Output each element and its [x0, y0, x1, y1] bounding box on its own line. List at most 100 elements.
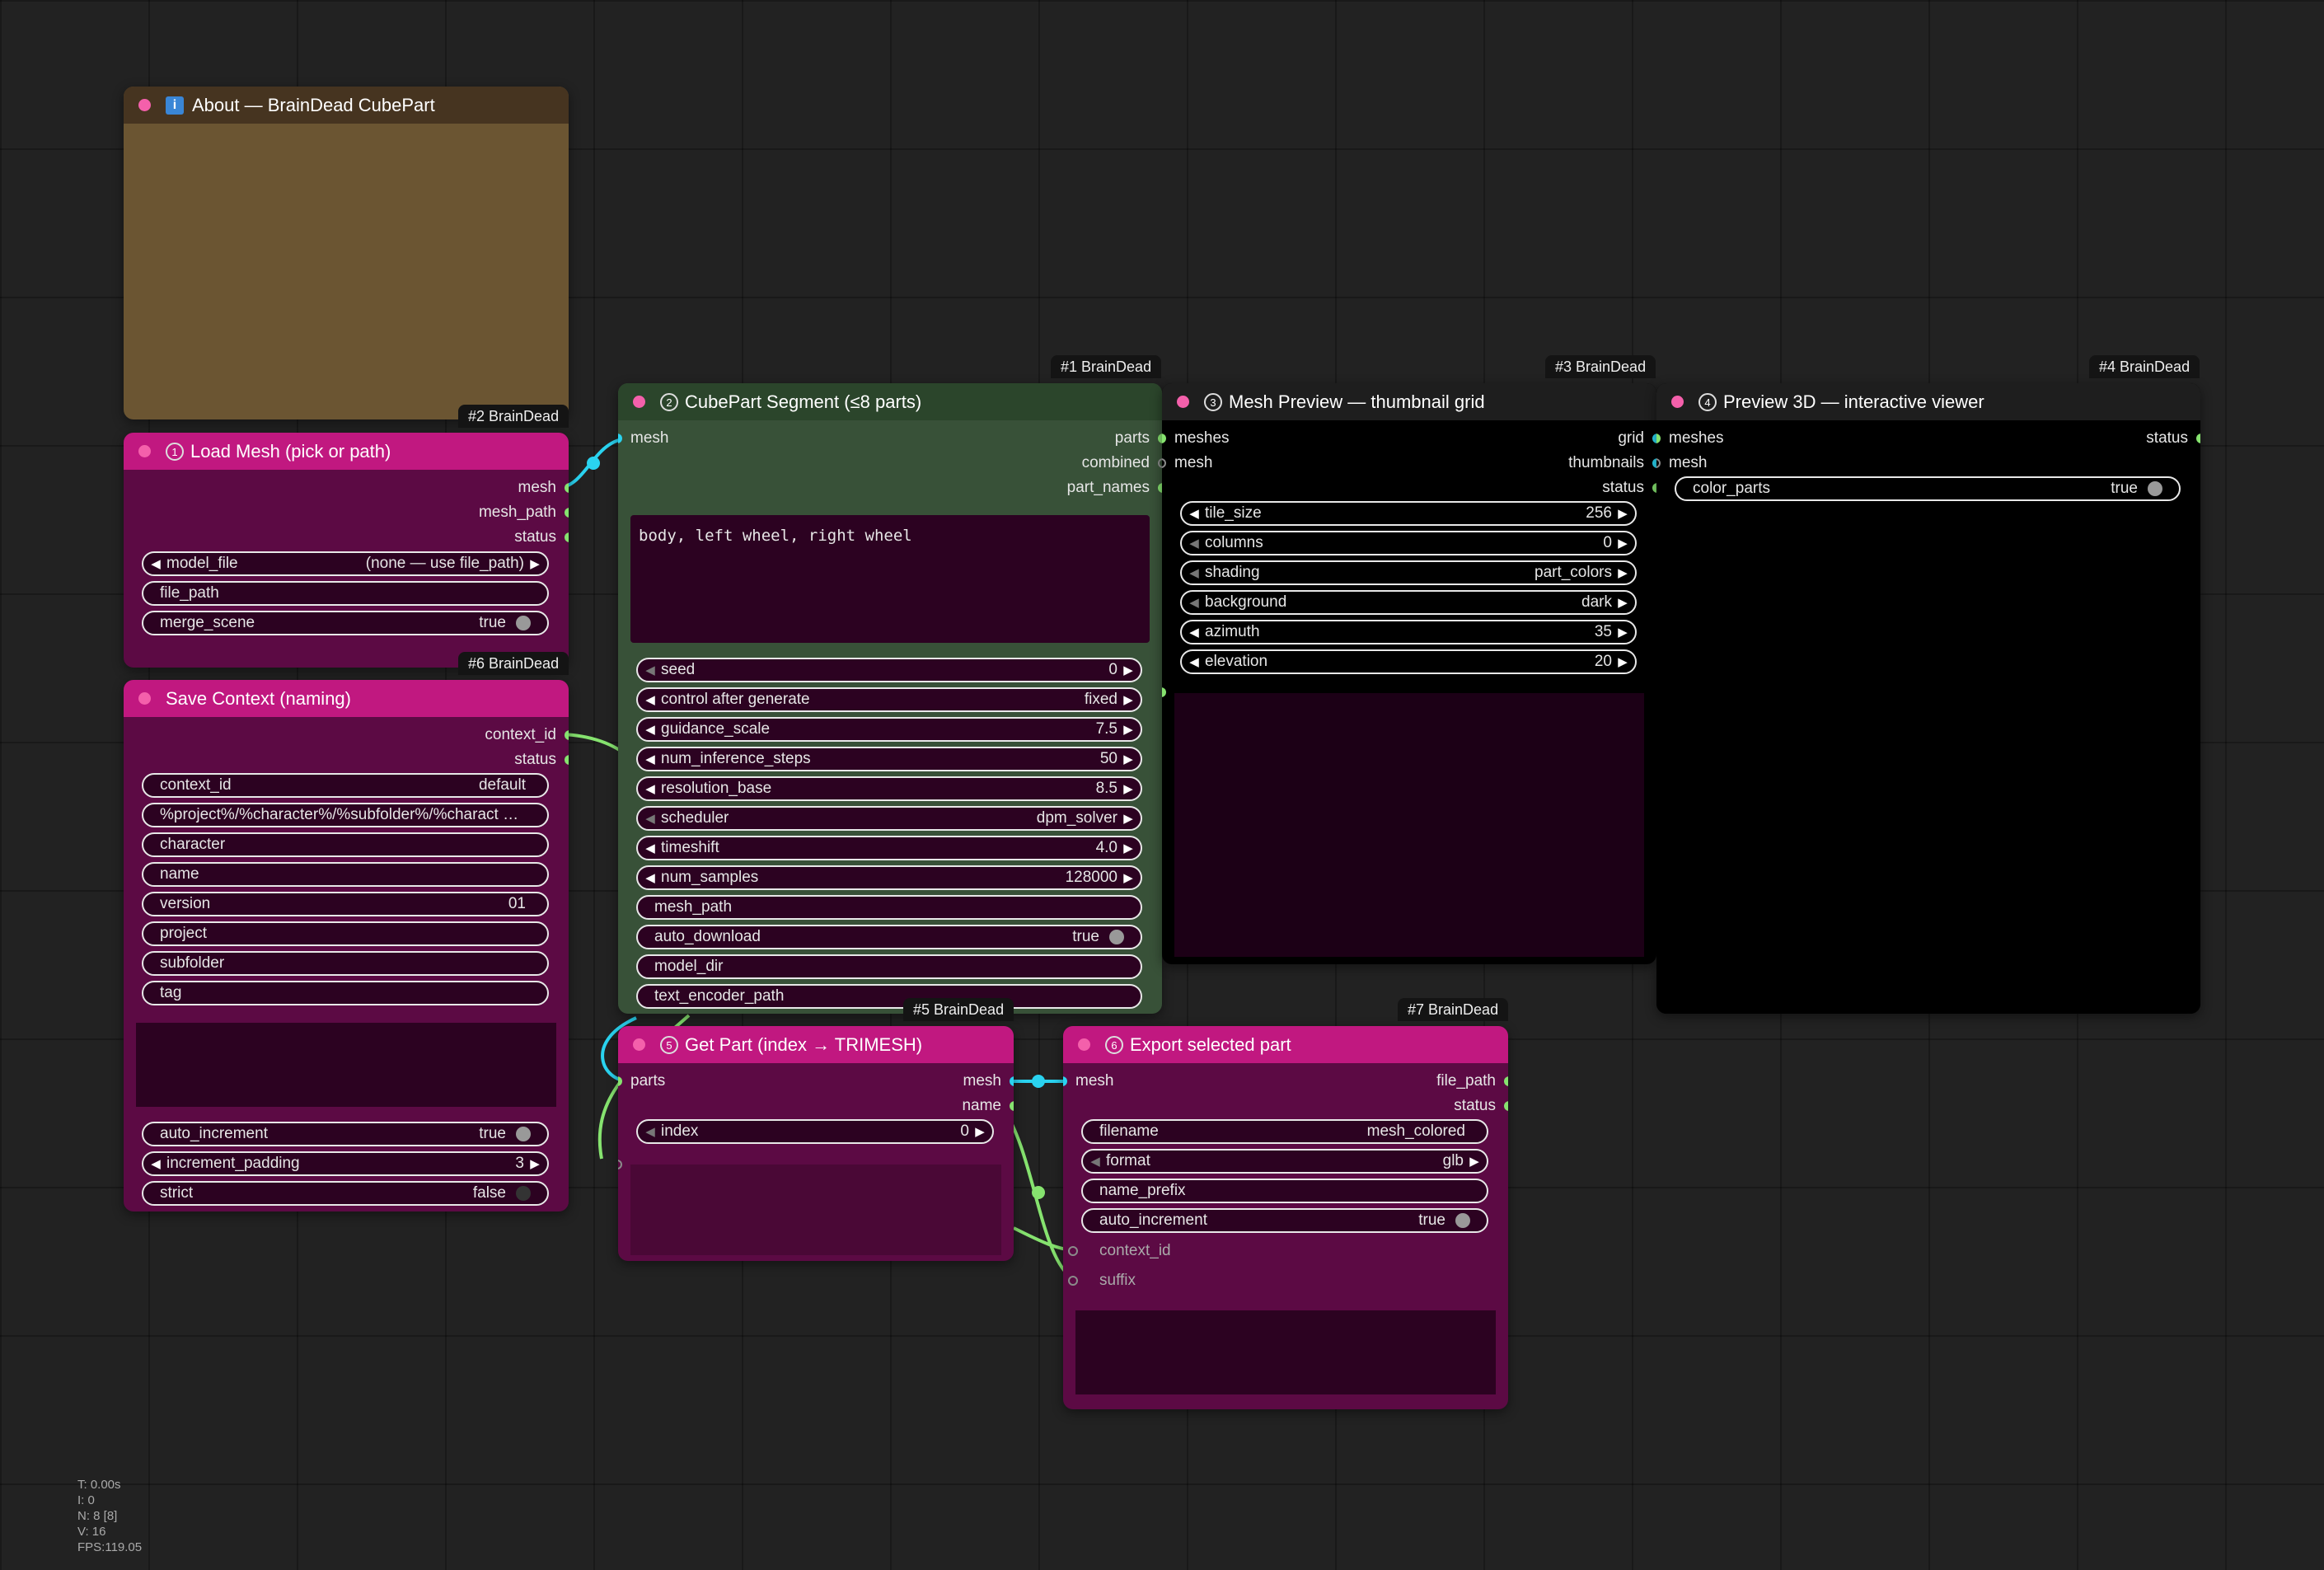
output-slot-mesh[interactable]: mesh [963, 1070, 1014, 1093]
3d-viewer-canvas[interactable] [1656, 515, 2200, 1014]
slot-dot[interactable] [565, 532, 569, 542]
output-slot-parts[interactable]: parts [1115, 427, 1162, 450]
collapse-dot[interactable] [633, 1038, 645, 1051]
arrow-left-icon[interactable]: ◀ [150, 556, 162, 571]
arrow-right-icon[interactable]: ▶ [1122, 841, 1134, 855]
arrow-right-icon[interactable]: ▶ [1617, 654, 1628, 669]
arrow-left-icon[interactable]: ◀ [1188, 625, 1200, 640]
arrow-right-icon[interactable]: ▶ [1122, 663, 1134, 677]
slot-dot[interactable] [565, 508, 569, 518]
slot-dot[interactable] [565, 755, 569, 765]
node-title-bar[interactable]: 1 Load Mesh (pick or path) [124, 433, 569, 470]
arrow-right-icon[interactable]: ▶ [529, 556, 541, 571]
arrow-left-icon[interactable]: ◀ [150, 1156, 162, 1171]
slot-dot[interactable] [1068, 1276, 1078, 1286]
collapse-dot[interactable] [138, 692, 151, 705]
tile-size-stepper[interactable]: ◀ tile_size 256 ▶ [1180, 501, 1637, 526]
model-file-combo[interactable]: ◀ model_file (none — use file_path) ▶ [142, 551, 549, 576]
merge-scene-toggle[interactable]: merge_scene true [142, 611, 549, 635]
input-slot-suffix[interactable]: suffix [1063, 1269, 1136, 1292]
text-encoder-path-field[interactable]: text_encoder_path [636, 984, 1142, 1009]
output-slot-thumbnails[interactable]: thumbnails [1568, 452, 1656, 475]
arrow-right-icon[interactable]: ▶ [1617, 536, 1628, 551]
slot-dot[interactable] [618, 1160, 622, 1169]
slot-dot[interactable] [565, 730, 569, 740]
mesh-path-field[interactable]: mesh_path [636, 895, 1142, 920]
status-text-area[interactable] [136, 1023, 556, 1107]
load-mesh-node[interactable]: 1 Load Mesh (pick or path) mesh mesh_path… [124, 433, 569, 668]
output-slot-file-path[interactable]: file_path [1436, 1070, 1508, 1093]
subfolder-field[interactable]: subfolder [142, 951, 549, 976]
extra-input-slot[interactable] [1162, 681, 1174, 704]
output-slot-mesh-path[interactable]: mesh_path [479, 501, 569, 524]
timeshift-stepper[interactable]: ◀ timeshift 4.0 ▶ [636, 836, 1142, 860]
scheduler-combo[interactable]: ◀ scheduler dpm_solver ▶ [636, 806, 1142, 831]
mesh-preview-node[interactable]: 3 Mesh Preview — thumbnail grid meshes me… [1162, 383, 1656, 964]
collapse-dot[interactable] [1078, 1038, 1090, 1051]
cubepart-segment-node[interactable]: 2 CubePart Segment (≤8 parts) mesh parts … [618, 383, 1162, 1014]
arrow-right-icon[interactable]: ▶ [1122, 811, 1134, 826]
filename-field[interactable]: filename mesh_colored [1081, 1119, 1488, 1144]
resolution-base-stepper[interactable]: ◀ resolution_base 8.5 ▶ [636, 776, 1142, 801]
slot-dot[interactable] [2196, 434, 2200, 443]
num-samples-stepper[interactable]: ◀ num_samples 128000 ▶ [636, 865, 1142, 890]
tag-field[interactable]: tag [142, 981, 549, 1005]
collapse-dot[interactable] [1177, 396, 1189, 408]
version-field[interactable]: version 01 [142, 892, 549, 916]
node-title-bar[interactable]: 2 CubePart Segment (≤8 parts) [618, 383, 1162, 420]
arrow-left-icon[interactable]: ◀ [644, 811, 656, 826]
node-title-bar[interactable]: 4 Preview 3D — interactive viewer [1656, 383, 2200, 420]
slot-dot[interactable] [1656, 458, 1661, 468]
increment-padding-stepper[interactable]: ◀ increment_padding 3 ▶ [142, 1151, 549, 1176]
model-dir-field[interactable]: model_dir [636, 954, 1142, 979]
slot-dot[interactable] [1010, 1076, 1014, 1086]
name-field[interactable]: name [142, 862, 549, 887]
output-slot-name[interactable]: name [962, 1094, 1014, 1118]
output-slot-combined[interactable]: combined [1082, 452, 1162, 475]
auto-increment-toggle[interactable]: auto_increment true [142, 1122, 549, 1146]
arrow-right-icon[interactable]: ▶ [974, 1124, 986, 1139]
auto-download-toggle[interactable]: auto_download true [636, 925, 1142, 949]
arrow-right-icon[interactable]: ▶ [1122, 692, 1134, 707]
character-field[interactable]: character [142, 832, 549, 857]
slot-dot[interactable] [1504, 1076, 1508, 1086]
file-path-field[interactable]: file_path [142, 581, 549, 606]
input-slot-parts[interactable]: parts [618, 1070, 665, 1093]
collapse-dot[interactable] [138, 445, 151, 457]
color-parts-toggle[interactable]: color_parts true [1675, 476, 2181, 501]
slot-dot[interactable] [1068, 1246, 1078, 1256]
arrow-left-icon[interactable]: ◀ [644, 692, 656, 707]
get-part-node[interactable]: 5 Get Part (index → TRIMESH) parts mesh n… [618, 1026, 1014, 1261]
node-title-bar[interactable]: i About — BrainDead CubePart [124, 87, 569, 124]
elevation-stepper[interactable]: ◀ elevation 20 ▶ [1180, 649, 1637, 674]
export-node[interactable]: 6 Export selected part mesh file_path sta… [1063, 1026, 1508, 1409]
output-slot-status[interactable]: status [1602, 476, 1656, 499]
inference-steps-stepper[interactable]: ◀ num_inference_steps 50 ▶ [636, 747, 1142, 771]
arrow-right-icon[interactable]: ▶ [1122, 870, 1134, 885]
format-combo[interactable]: ◀ format glb ▶ [1081, 1149, 1488, 1174]
arrow-left-icon[interactable]: ◀ [644, 781, 656, 796]
about-node[interactable]: i About — BrainDead CubePart [124, 87, 569, 419]
context-id-field[interactable]: context_id default [142, 773, 549, 798]
preview-3d-node[interactable]: 4 Preview 3D — interactive viewer meshes … [1656, 383, 2200, 1014]
output-slot-grid[interactable]: grid [1618, 427, 1656, 450]
arrow-right-icon[interactable]: ▶ [1122, 752, 1134, 766]
prompt-textarea[interactable]: body, left wheel, right wheel [630, 515, 1150, 643]
save-context-node[interactable]: Save Context (naming) context_id status … [124, 680, 569, 1211]
output-slot-status[interactable]: status [514, 748, 569, 771]
slot-dot[interactable] [618, 1076, 622, 1086]
output-slot-mesh[interactable]: mesh [518, 476, 569, 499]
export-status-area[interactable] [1075, 1310, 1496, 1394]
collapse-dot[interactable] [1671, 396, 1684, 408]
project-field[interactable]: project [142, 921, 549, 946]
slot-dot[interactable] [565, 483, 569, 493]
arrow-left-icon[interactable]: ◀ [644, 663, 656, 677]
output-slot-status[interactable]: status [514, 526, 569, 549]
background-combo[interactable]: ◀ background dark ▶ [1180, 590, 1637, 615]
node-title-bar[interactable]: 5 Get Part (index → TRIMESH) [618, 1026, 1014, 1063]
arrow-right-icon[interactable]: ▶ [1617, 565, 1628, 580]
slot-dot[interactable] [1504, 1101, 1508, 1111]
arrow-left-icon[interactable]: ◀ [1089, 1154, 1101, 1169]
arrow-right-icon[interactable]: ▶ [1122, 722, 1134, 737]
arrow-left-icon[interactable]: ◀ [644, 722, 656, 737]
